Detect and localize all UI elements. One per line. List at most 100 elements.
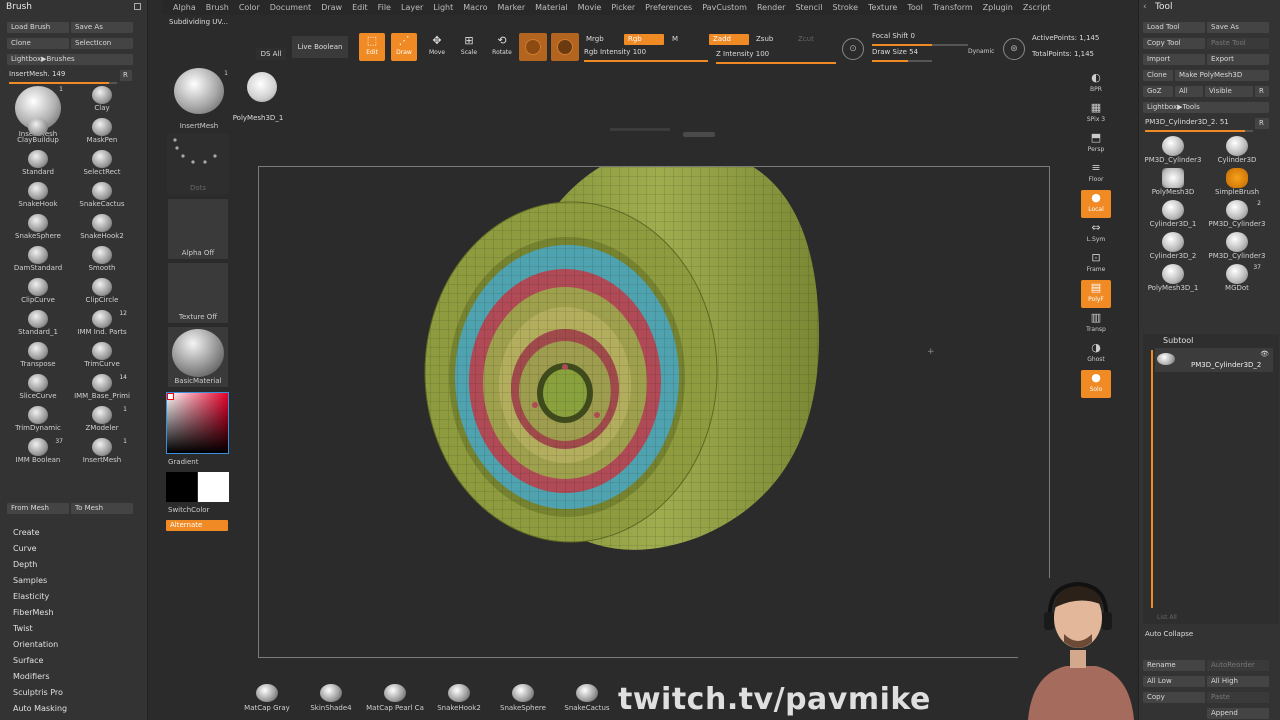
draw-button[interactable]: ⋰ Draw xyxy=(391,33,417,61)
menu-item-alpha[interactable]: Alpha xyxy=(168,3,201,12)
brush-clipcircle[interactable]: ClipCircle xyxy=(71,278,133,308)
subtool-copy-button[interactable]: Copy xyxy=(1143,692,1205,703)
brush-zmodeler[interactable]: ZModeler 1 xyxy=(71,406,133,436)
menu-item-zplugin[interactable]: Zplugin xyxy=(978,3,1018,12)
menu-item-picker[interactable]: Picker xyxy=(606,3,640,12)
tool-r-button[interactable]: R xyxy=(1255,118,1269,129)
brush-snakehook2[interactable]: SnakeHook2 xyxy=(71,214,133,244)
material-slot[interactable]: BasicMaterial xyxy=(167,326,229,388)
submenu-fibermesh[interactable]: FiberMesh xyxy=(13,608,54,617)
edit-button[interactable]: ⬚ Edit xyxy=(359,33,385,61)
shelf-item-matcap-gray[interactable]: MatCap Gray xyxy=(235,684,299,712)
all-high-button[interactable]: All High xyxy=(1207,676,1269,687)
tool-clone-button[interactable]: Clone xyxy=(1143,70,1173,81)
menu-item-color[interactable]: Color xyxy=(234,3,265,12)
view-tool-ghost[interactable]: ◑ Ghost xyxy=(1081,340,1111,368)
brush-clipcurve[interactable]: ClipCurve xyxy=(7,278,69,308)
tool-pm3d-cylinder3[interactable]: PM3D_Cylinder3 xyxy=(1205,232,1269,264)
draw-size-slider[interactable]: Draw Size 54 xyxy=(872,48,932,62)
view-tool-transp[interactable]: ▥ Transp xyxy=(1081,310,1111,338)
menu-item-marker[interactable]: Marker xyxy=(492,3,530,12)
view-tool-spix-3[interactable]: ▦ SPix 3 xyxy=(1081,100,1111,128)
menu-item-brush[interactable]: Brush xyxy=(201,3,234,12)
subtool-paste-button[interactable]: Paste xyxy=(1207,692,1269,703)
append-button[interactable]: Append xyxy=(1207,708,1269,719)
brush-standard-1[interactable]: Standard_1 xyxy=(7,310,69,340)
z-intensity-slider[interactable]: Z Intensity 100 xyxy=(716,50,836,64)
brush-imm-ind-parts[interactable]: IMM Ind. Parts 12 xyxy=(71,310,133,340)
menu-item-tool[interactable]: Tool xyxy=(902,3,928,12)
submenu-samples[interactable]: Samples xyxy=(13,576,47,585)
auto-reorder-button[interactable]: AutoReorder xyxy=(1207,660,1269,671)
viewport-canvas[interactable]: + xyxy=(258,146,1050,658)
rgb-button[interactable]: Rgb xyxy=(624,34,664,45)
goz-all-button[interactable]: All xyxy=(1175,86,1203,97)
rename-button[interactable]: Rename xyxy=(1143,660,1205,671)
lightbox-tools-button[interactable]: Lightbox▶Tools xyxy=(1143,102,1269,113)
tool-save-as-button[interactable]: Save As xyxy=(1207,22,1269,33)
primary-color-swatch[interactable] xyxy=(166,472,197,502)
tool-polymesh3d-1[interactable]: PolyMesh3D_1 xyxy=(1141,264,1205,296)
zcut-button[interactable]: Zcut xyxy=(794,34,818,45)
rgb-intensity-slider[interactable]: Rgb Intensity 100 xyxy=(584,48,708,62)
view-tool-frame[interactable]: ⊡ Frame xyxy=(1081,250,1111,278)
dynamic-toggle[interactable]: Dynamic xyxy=(968,48,994,55)
brush-trimcurve[interactable]: TrimCurve xyxy=(71,342,133,372)
brush-slicecurve[interactable]: SliceCurve xyxy=(7,374,69,404)
menu-item-render[interactable]: Render xyxy=(752,3,790,12)
make-polymesh-button[interactable]: Make PolyMesh3D xyxy=(1175,70,1269,81)
gradient-label[interactable]: Gradient xyxy=(168,458,198,466)
r-button[interactable]: R xyxy=(120,70,132,81)
alpha-slot[interactable]: Alpha Off xyxy=(167,198,229,260)
tool-mgdot[interactable]: MGDot 37 xyxy=(1205,264,1269,296)
goz-visible-button[interactable]: Visible xyxy=(1205,86,1253,97)
tool-cylinder3d-1[interactable]: Cylinder3D_1 xyxy=(1141,200,1205,232)
brush-standard[interactable]: Standard xyxy=(7,150,69,180)
brush-imm-boolean[interactable]: IMM Boolean 37 xyxy=(7,438,69,468)
menu-item-draw[interactable]: Draw xyxy=(316,3,347,12)
scale-button[interactable]: ⊞ Scale xyxy=(456,33,482,61)
menu-item-zscript[interactable]: Zscript xyxy=(1018,3,1056,12)
current-brush-slot[interactable]: InsertMesh 1 xyxy=(170,68,228,130)
submenu-depth[interactable]: Depth xyxy=(13,560,37,569)
save-as-button[interactable]: Save As xyxy=(71,22,133,33)
subtool-visibility-icon[interactable]: 👁 xyxy=(1260,350,1269,358)
menu-item-stencil[interactable]: Stencil xyxy=(790,3,827,12)
copy-tool-button[interactable]: Copy Tool xyxy=(1143,38,1205,49)
submenu-twist[interactable]: Twist xyxy=(13,624,33,633)
zsub-button[interactable]: Zsub xyxy=(752,34,777,45)
brush-snakesphere[interactable]: SnakeSphere xyxy=(7,214,69,244)
load-brush-button[interactable]: Load Brush xyxy=(7,22,69,33)
submenu-create[interactable]: Create xyxy=(13,528,40,537)
view-tool-polyf[interactable]: ▤ PolyF xyxy=(1081,280,1111,308)
secondary-color-swatch[interactable] xyxy=(198,472,229,502)
paste-tool-button[interactable]: Paste Tool xyxy=(1207,38,1269,49)
color-picker[interactable] xyxy=(166,392,229,454)
stroke-dots-slot[interactable]: Dots xyxy=(167,134,229,194)
current-tool-slider[interactable]: PM3D_Cylinder3D_2. 51 xyxy=(1145,118,1253,132)
tool-pm3d-cylinder3[interactable]: PM3D_Cylinder3 xyxy=(1141,136,1205,168)
brush-settings-icon[interactable]: ⊙ xyxy=(842,38,864,60)
brush-claybuildup[interactable]: ClayBuildup xyxy=(7,118,69,148)
submenu-sculptris-pro[interactable]: Sculptris Pro xyxy=(13,688,63,697)
goz-button[interactable]: GoZ xyxy=(1143,86,1173,97)
submenu-curve[interactable]: Curve xyxy=(13,544,37,553)
menu-item-texture[interactable]: Texture xyxy=(863,3,902,12)
menu-item-layer[interactable]: Layer xyxy=(396,3,428,12)
ds-all-button[interactable]: DS All xyxy=(256,48,286,60)
import-button[interactable]: Import xyxy=(1143,54,1205,65)
submenu-surface[interactable]: Surface xyxy=(13,656,43,665)
brush-imm-base-primi[interactable]: IMM_Base_Primi 14 xyxy=(71,374,133,404)
material-channel-button[interactable] xyxy=(519,33,547,61)
brush-insertmesh[interactable]: InsertMesh 1 xyxy=(71,438,133,468)
tool-cylinder3d[interactable]: Cylinder3D xyxy=(1205,136,1269,168)
menu-item-movie[interactable]: Movie xyxy=(573,3,607,12)
live-boolean-button[interactable]: Live Boolean xyxy=(292,36,348,58)
focal-shift-slider[interactable]: Focal Shift 0 xyxy=(872,32,968,46)
menu-item-edit[interactable]: Edit xyxy=(347,3,373,12)
menu-item-material[interactable]: Material xyxy=(530,3,573,12)
submenu-elasticity[interactable]: Elasticity xyxy=(13,592,49,601)
tool-cylinder3d-2[interactable]: Cylinder3D_2 xyxy=(1141,232,1205,264)
menu-item-preferences[interactable]: Preferences xyxy=(640,3,697,12)
goz-r-button[interactable]: R xyxy=(1255,86,1269,97)
